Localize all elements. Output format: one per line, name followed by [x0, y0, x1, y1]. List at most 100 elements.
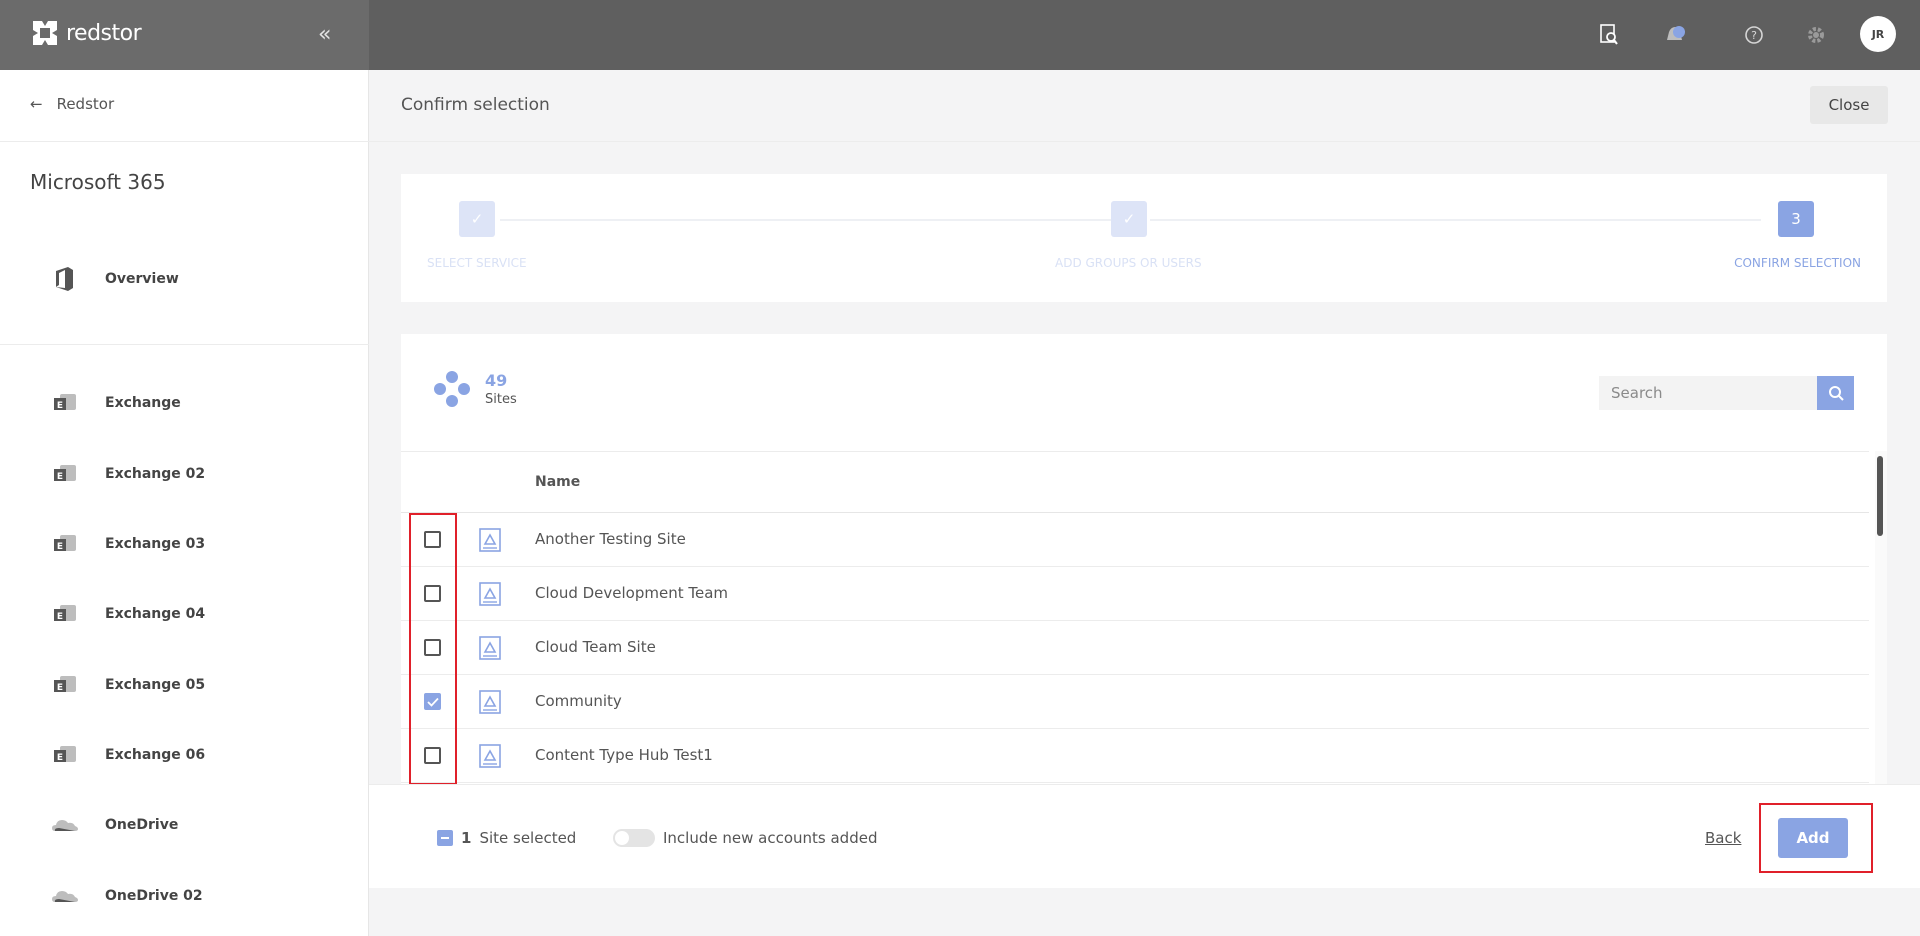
sharepoint-site-icon: [479, 690, 501, 714]
onedrive-icon: [50, 812, 80, 838]
exchange-icon: E: [50, 672, 80, 698]
sidebar-item-label: Exchange 02: [105, 466, 206, 482]
sidebar-item-exchange-04[interactable]: E Exchange 04: [50, 601, 205, 627]
brand-area: redstor «: [0, 0, 369, 70]
sidebar-item-label: Exchange 06: [105, 747, 206, 763]
selected-text: Site selected: [479, 829, 577, 847]
column-header-name[interactable]: Name: [535, 474, 580, 490]
search-input[interactable]: [1599, 376, 1817, 410]
svg-text:E: E: [57, 542, 63, 552]
sites-count: 49: [485, 371, 508, 390]
step-connector: [1150, 219, 1761, 221]
step-connector: [500, 219, 1111, 221]
back-to-redstor-link[interactable]: ← Redstor: [30, 95, 114, 113]
sidebar-item-label: Exchange 03: [105, 536, 206, 552]
page-header: Confirm selection Close: [369, 70, 1920, 142]
svg-text:E: E: [57, 753, 63, 763]
table-row[interactable]: Another Testing Site: [401, 513, 1869, 567]
svg-text:E: E: [57, 683, 63, 693]
row-checkbox[interactable]: [424, 639, 441, 656]
exchange-icon: E: [50, 461, 80, 487]
sidebar-item-label: Exchange: [105, 395, 181, 411]
site-name: Content Type Hub Test1: [535, 746, 713, 764]
sidebar-item-exchange-03[interactable]: E Exchange 03: [50, 531, 205, 557]
site-name: Cloud Team Site: [535, 638, 656, 656]
table-header: Name: [401, 451, 1869, 513]
sites-panel: 49 Sites Name Another Testing Site Cloud…: [401, 334, 1887, 784]
wizard-stepper: ✓ ✓ 3 SELECT SERVICE ADD GROUPS OR USERS…: [401, 174, 1887, 302]
svg-text:E: E: [57, 612, 63, 622]
table-row[interactable]: Community: [401, 675, 1869, 729]
site-name: Another Testing Site: [535, 530, 686, 548]
step-1-marker: ✓: [459, 201, 495, 237]
sidebar-item-exchange[interactable]: E Exchange: [50, 390, 181, 416]
settings-gear-icon[interactable]: [1803, 22, 1829, 48]
sidebar-item-exchange-06[interactable]: E Exchange 06: [50, 742, 205, 768]
search-button[interactable]: [1817, 376, 1854, 410]
sharepoint-site-icon: [479, 636, 501, 660]
step-1-label: SELECT SERVICE: [427, 256, 527, 270]
close-button[interactable]: Close: [1810, 86, 1888, 124]
toggle-label: Include new accounts added: [663, 829, 878, 847]
row-checkbox[interactable]: [424, 531, 441, 548]
arrow-left-icon: ←: [30, 95, 43, 113]
sidebar: ← Redstor Microsoft 365 Overview E Excha…: [0, 70, 369, 936]
sidebar-item-label: OneDrive 02: [105, 888, 203, 904]
step-2-label: ADD GROUPS OR USERS: [1055, 256, 1202, 270]
page-title: Confirm selection: [401, 95, 550, 115]
sites-label: Sites: [485, 392, 517, 407]
step-3-marker: 3: [1778, 201, 1814, 237]
user-avatar[interactable]: JR: [1860, 16, 1896, 52]
search-document-icon[interactable]: [1596, 22, 1622, 48]
exchange-icon: E: [50, 390, 80, 416]
logo[interactable]: redstor: [30, 18, 142, 48]
site-name: Cloud Development Team: [535, 584, 729, 602]
svg-text:E: E: [57, 472, 63, 482]
sidebar-item-onedrive[interactable]: OneDrive: [50, 812, 178, 838]
sidebar-item-label: Overview: [105, 271, 179, 287]
sidebar-item-overview[interactable]: Overview: [50, 266, 179, 292]
sidebar-item-exchange-02[interactable]: E Exchange 02: [50, 461, 205, 487]
sharepoint-site-icon: [479, 528, 501, 552]
sidebar-title: Microsoft 365: [30, 170, 166, 194]
search-icon: [1828, 386, 1844, 401]
svg-text:E: E: [57, 401, 63, 411]
step-2-marker: ✓: [1111, 201, 1147, 237]
sidebar-item-label: Exchange 04: [105, 606, 206, 622]
office-icon: [50, 266, 80, 292]
notifications-icon[interactable]: [1662, 22, 1688, 48]
svg-text:?: ?: [1751, 29, 1757, 42]
checkmark-icon: [426, 697, 439, 707]
sharepoint-site-icon: [479, 582, 501, 606]
include-new-accounts-toggle[interactable]: [613, 829, 655, 847]
partial-selection-icon[interactable]: [437, 830, 453, 846]
sites-summary: 49 Sites: [433, 370, 517, 408]
help-icon[interactable]: ?: [1741, 22, 1767, 48]
collapse-sidebar-icon[interactable]: «: [318, 22, 331, 47]
selected-count: 1: [461, 829, 472, 847]
back-link[interactable]: Back: [1705, 829, 1741, 847]
back-link-label: Redstor: [56, 95, 115, 113]
sidebar-item-label: Exchange 05: [105, 677, 206, 693]
selection-summary: 1 Site selected: [437, 829, 576, 847]
exchange-icon: E: [50, 742, 80, 768]
row-checkbox[interactable]: [424, 585, 441, 602]
table-row[interactable]: Content Type Hub Test1: [401, 729, 1869, 783]
step-3-label: CONFIRM SELECTION: [1734, 256, 1861, 270]
sidebar-item-label: OneDrive: [105, 817, 179, 833]
sidebar-divider: [0, 141, 369, 142]
sidebar-divider: [0, 344, 369, 345]
exchange-icon: E: [50, 601, 80, 627]
add-button[interactable]: Add: [1778, 818, 1848, 858]
scrollbar-thumb[interactable]: [1877, 456, 1883, 536]
sidebar-item-onedrive-02[interactable]: OneDrive 02: [50, 883, 203, 909]
row-checkbox[interactable]: [424, 747, 441, 764]
footer-bar: 1 Site selected Include new accounts add…: [369, 784, 1920, 888]
row-checkbox-checked[interactable]: [424, 693, 441, 710]
redstor-logo-icon: [33, 21, 57, 45]
sidebar-item-exchange-05[interactable]: E Exchange 05: [50, 672, 205, 698]
include-new-accounts: Include new accounts added: [613, 829, 877, 847]
table-row[interactable]: Cloud Development Team: [401, 567, 1869, 621]
table-row[interactable]: Cloud Team Site: [401, 621, 1869, 675]
sites-icon: [434, 371, 470, 407]
